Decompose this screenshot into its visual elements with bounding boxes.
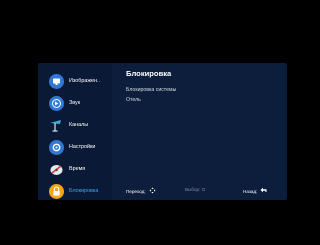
sidebar-item-picture[interactable]: Изображен..	[38, 70, 112, 92]
lock-icon	[49, 183, 64, 199]
sidebar-item-settings[interactable]: Настройки	[38, 136, 112, 158]
option-hotel[interactable]: Отель	[126, 97, 141, 103]
page-title: Блокировка	[126, 69, 172, 78]
sidebar-item-label: Настройки	[69, 144, 96, 150]
category-sidebar: Изображен.. Звук Каналы Настройки Время	[38, 63, 112, 200]
settings-icon	[49, 139, 64, 155]
select-label: Выбор: О	[185, 187, 206, 192]
sidebar-item-lock[interactable]: Блокировка	[38, 180, 112, 200]
sidebar-item-label: Блокировка	[69, 188, 99, 194]
sidebar-item-label: Изображен..	[69, 78, 100, 84]
settings-menu-window: Изображен.. Звук Каналы Настройки Время	[38, 63, 287, 200]
sidebar-item-label: Время	[69, 166, 86, 172]
option-system-lock[interactable]: Блокировка системы	[126, 87, 176, 93]
antenna-icon	[49, 118, 64, 133]
back-label: Назад:	[243, 188, 258, 194]
sidebar-item-time[interactable]: Время	[38, 158, 112, 180]
navigate-hint: Переход:	[126, 187, 156, 196]
sidebar-item-sound[interactable]: Звук	[38, 92, 112, 114]
back-arrow-icon	[260, 187, 267, 195]
sidebar-item-channels[interactable]: Каналы	[38, 114, 112, 136]
sidebar-item-label: Каналы	[69, 122, 89, 128]
select-hint: Выбор: О	[185, 187, 205, 192]
clock-icon	[49, 162, 64, 177]
dpad-icon	[149, 187, 156, 196]
back-hint: Назад:	[243, 187, 267, 195]
sound-icon	[49, 95, 64, 111]
navigate-label: Переход:	[126, 189, 146, 194]
sidebar-item-label: Звук	[69, 100, 81, 106]
picture-icon	[49, 73, 64, 89]
lock-settings-panel: Блокировка Блокировка системы Отель Пере…	[112, 63, 287, 200]
